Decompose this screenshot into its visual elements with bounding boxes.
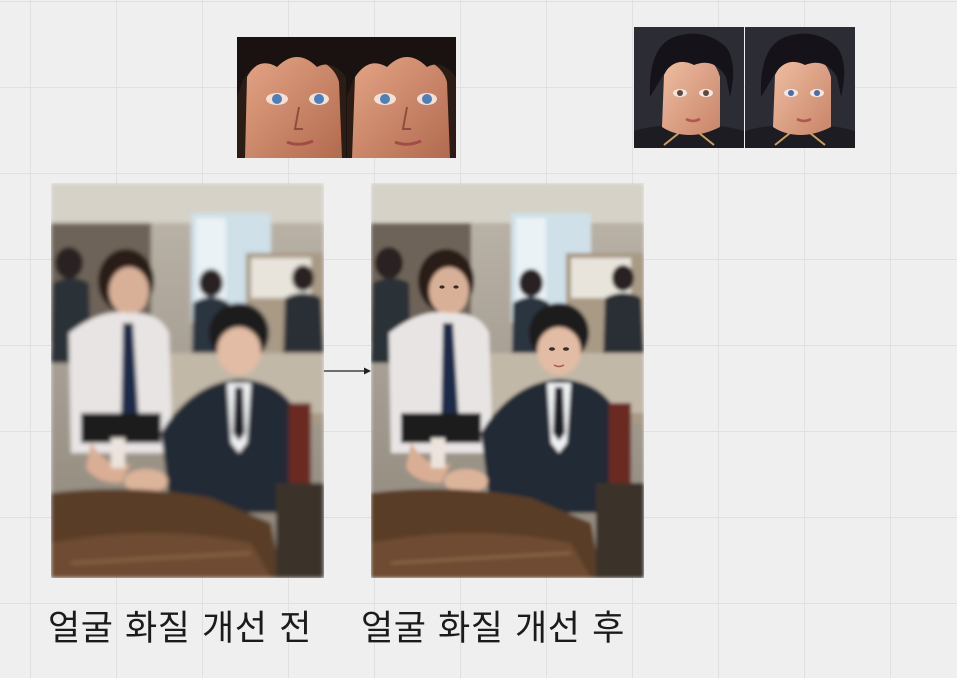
office-scene-illustration (371, 183, 644, 578)
caption-after: 얼굴 화질 개선 후 (361, 609, 625, 649)
face-crop-illustration (634, 27, 855, 148)
office-scene-illustration (51, 183, 324, 578)
photo-before-enhancement[interactable] (51, 183, 324, 578)
arrow-right-icon (324, 367, 371, 375)
caption-before: 얼굴 화질 개선 전 (48, 609, 312, 649)
photo-after-enhancement[interactable] (371, 183, 644, 578)
face-comparison-image-1[interactable] (237, 37, 456, 158)
face-comparison-image-2[interactable] (634, 27, 855, 148)
face-crop-illustration (237, 37, 456, 158)
